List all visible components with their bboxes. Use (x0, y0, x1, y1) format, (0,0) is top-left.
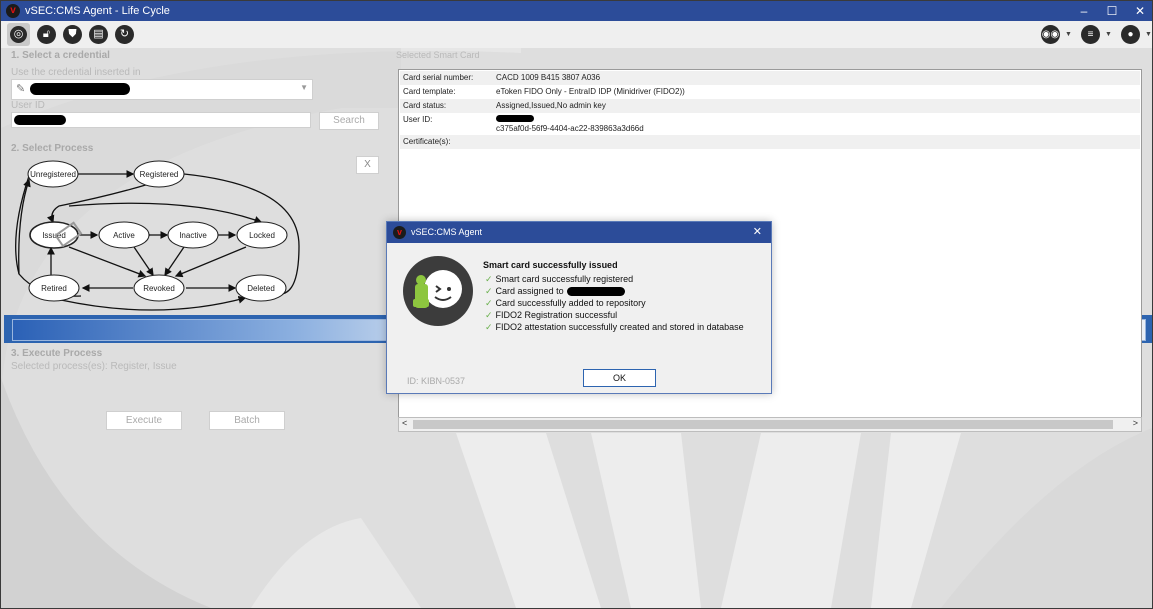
clear-process-button[interactable]: X (356, 156, 379, 174)
label-issued: Issued (42, 231, 66, 240)
section2-title: 2. Select Process (11, 143, 94, 154)
selected-processes-text: Selected process(es): Register, Issue (11, 361, 177, 372)
dialog-line: ✓ FIDO2 attestation successfully created … (485, 322, 744, 333)
user-icon[interactable]: ● (1121, 25, 1140, 44)
app-logo-icon: v (393, 226, 406, 239)
checkmark-icon: ✓ (485, 274, 493, 284)
redacted-user-id (14, 115, 66, 125)
dialog-line: ✓ Card assigned to (485, 286, 625, 297)
section1-title: 1. Select a credential (11, 50, 110, 61)
redacted-credential (30, 83, 130, 95)
lifecycle-diagram: Unregistered Registered Issued Active In… (15, 160, 300, 311)
toolbar: ◎ 🔓︎ ⛊ ▤ ↻ ◉◉ ▼ ≡ ▼ ● ▼ (1, 21, 1152, 48)
app-window: v vSEC:CMS Agent - Life Cycle – ☐ ✕ ◎ 🔓︎… (0, 0, 1153, 609)
success-dialog: v vSEC:CMS Agent ✕ Smart card successful… (386, 221, 772, 394)
redacted-user-name (496, 115, 534, 122)
scroll-thumb[interactable] (413, 420, 1113, 429)
row-key: Card status: (403, 101, 447, 110)
label-retired: Retired (41, 284, 67, 293)
section3-title: 3. Execute Process (11, 348, 103, 359)
horizontal-scrollbar[interactable]: < > (398, 417, 1142, 432)
credential-select[interactable]: ✎ ▼ (11, 79, 313, 100)
card-icon[interactable]: ▤ (89, 25, 108, 44)
refresh-icon[interactable]: ↻ (115, 25, 134, 44)
checkmark-icon: ✓ (485, 286, 493, 296)
chevron-down-icon[interactable]: ▼ (1145, 31, 1152, 38)
dialog-line: ✓ FIDO2 Registration successful (485, 310, 617, 321)
label-inactive: Inactive (179, 231, 207, 240)
row-key: User ID: (403, 115, 433, 124)
success-avatar-icon (403, 256, 473, 326)
scroll-left-icon[interactable]: < (402, 418, 407, 428)
table-row: Card serial number: CACD 1009 B415 3807 … (400, 71, 1140, 85)
dialog-line: ✓ Card successfully added to repository (485, 298, 646, 309)
label-active: Active (113, 231, 135, 240)
use-credential-label: Use the credential inserted in (11, 67, 141, 78)
settings-icon[interactable]: ◎ (7, 23, 30, 46)
glasses-icon[interactable]: ◉◉ (1041, 25, 1060, 44)
dialog-line-text: FIDO2 attestation successfully created a… (495, 322, 744, 332)
dialog-line-text: Card assigned to (495, 286, 564, 296)
chevron-down-icon[interactable]: ▼ (1105, 31, 1112, 38)
maximize-button[interactable]: ☐ (1098, 2, 1126, 20)
batch-button[interactable]: Batch (209, 411, 285, 430)
chevron-down-icon[interactable]: ▼ (1065, 31, 1072, 38)
label-deleted: Deleted (247, 284, 275, 293)
dialog-line: ✓ Smart card successfully registered (485, 274, 633, 285)
minimize-button[interactable]: – (1070, 2, 1098, 20)
dialog-title: vSEC:CMS Agent (411, 227, 483, 237)
execute-button[interactable]: Execute (106, 411, 182, 430)
user-id-label: User ID (11, 100, 45, 111)
card-panel-title: Selected Smart Card (396, 50, 480, 60)
ok-button[interactable]: OK (583, 369, 656, 387)
user-id-input[interactable] (11, 112, 311, 128)
row-key: Certificate(s): (403, 137, 451, 146)
table-row: User ID: c375af0d-56f9-4404-ac22-839863a… (400, 113, 1140, 135)
table-row: Card status: Assigned,Issued,No admin ke… (400, 99, 1140, 113)
dialog-heading: Smart card successfully issued (483, 260, 618, 270)
checkmark-icon: ✓ (485, 322, 493, 332)
lock-icon[interactable]: 🔓︎ (37, 25, 56, 44)
dialog-line-text: Smart card successfully registered (495, 274, 634, 284)
usb-token-icon: ✎ (16, 83, 26, 95)
dialog-close-button[interactable]: ✕ (753, 225, 762, 238)
scroll-right-icon[interactable]: > (1133, 418, 1138, 428)
label-registered: Registered (140, 170, 179, 179)
close-button[interactable]: ✕ (1126, 2, 1152, 20)
label-unregistered: Unregistered (30, 170, 76, 179)
dialog-line-text: Card successfully added to repository (495, 298, 646, 308)
redacted-assignee (566, 287, 625, 297)
shield-icon[interactable]: ⛊ (63, 25, 82, 44)
menu-icon[interactable]: ≡ (1081, 25, 1100, 44)
table-row: Card template: eToken FIDO Only - EntraI… (400, 85, 1140, 99)
checkmark-icon: ✓ (485, 298, 493, 308)
checkmark-icon: ✓ (485, 310, 493, 320)
table-row: Certificate(s): (400, 135, 1140, 149)
dialog-title-bar: v vSEC:CMS Agent ✕ (387, 222, 771, 243)
row-key: Card template: (403, 87, 456, 96)
row-value: eToken FIDO Only - EntraID IDP (Minidriv… (496, 87, 685, 96)
title-bar: v vSEC:CMS Agent - Life Cycle – ☐ ✕ (1, 1, 1152, 21)
row-key: Card serial number: (403, 73, 474, 82)
app-logo-icon: v (6, 4, 20, 18)
dialog-line-text: FIDO2 Registration successful (495, 310, 618, 320)
chevron-down-icon[interactable]: ▼ (300, 83, 308, 92)
row-value: Assigned,Issued,No admin key (496, 101, 606, 110)
label-revoked: Revoked (143, 284, 175, 293)
row-value: CACD 1009 B415 3807 A036 (496, 73, 601, 82)
dialog-id-text: ID: KIBN-0537 (407, 376, 466, 386)
row-value: c375af0d-56f9-4404-ac22-839863a3d66d (496, 124, 644, 133)
window-title: vSEC:CMS Agent - Life Cycle (25, 5, 170, 17)
label-locked: Locked (249, 231, 275, 240)
search-button[interactable]: Search (319, 112, 379, 130)
